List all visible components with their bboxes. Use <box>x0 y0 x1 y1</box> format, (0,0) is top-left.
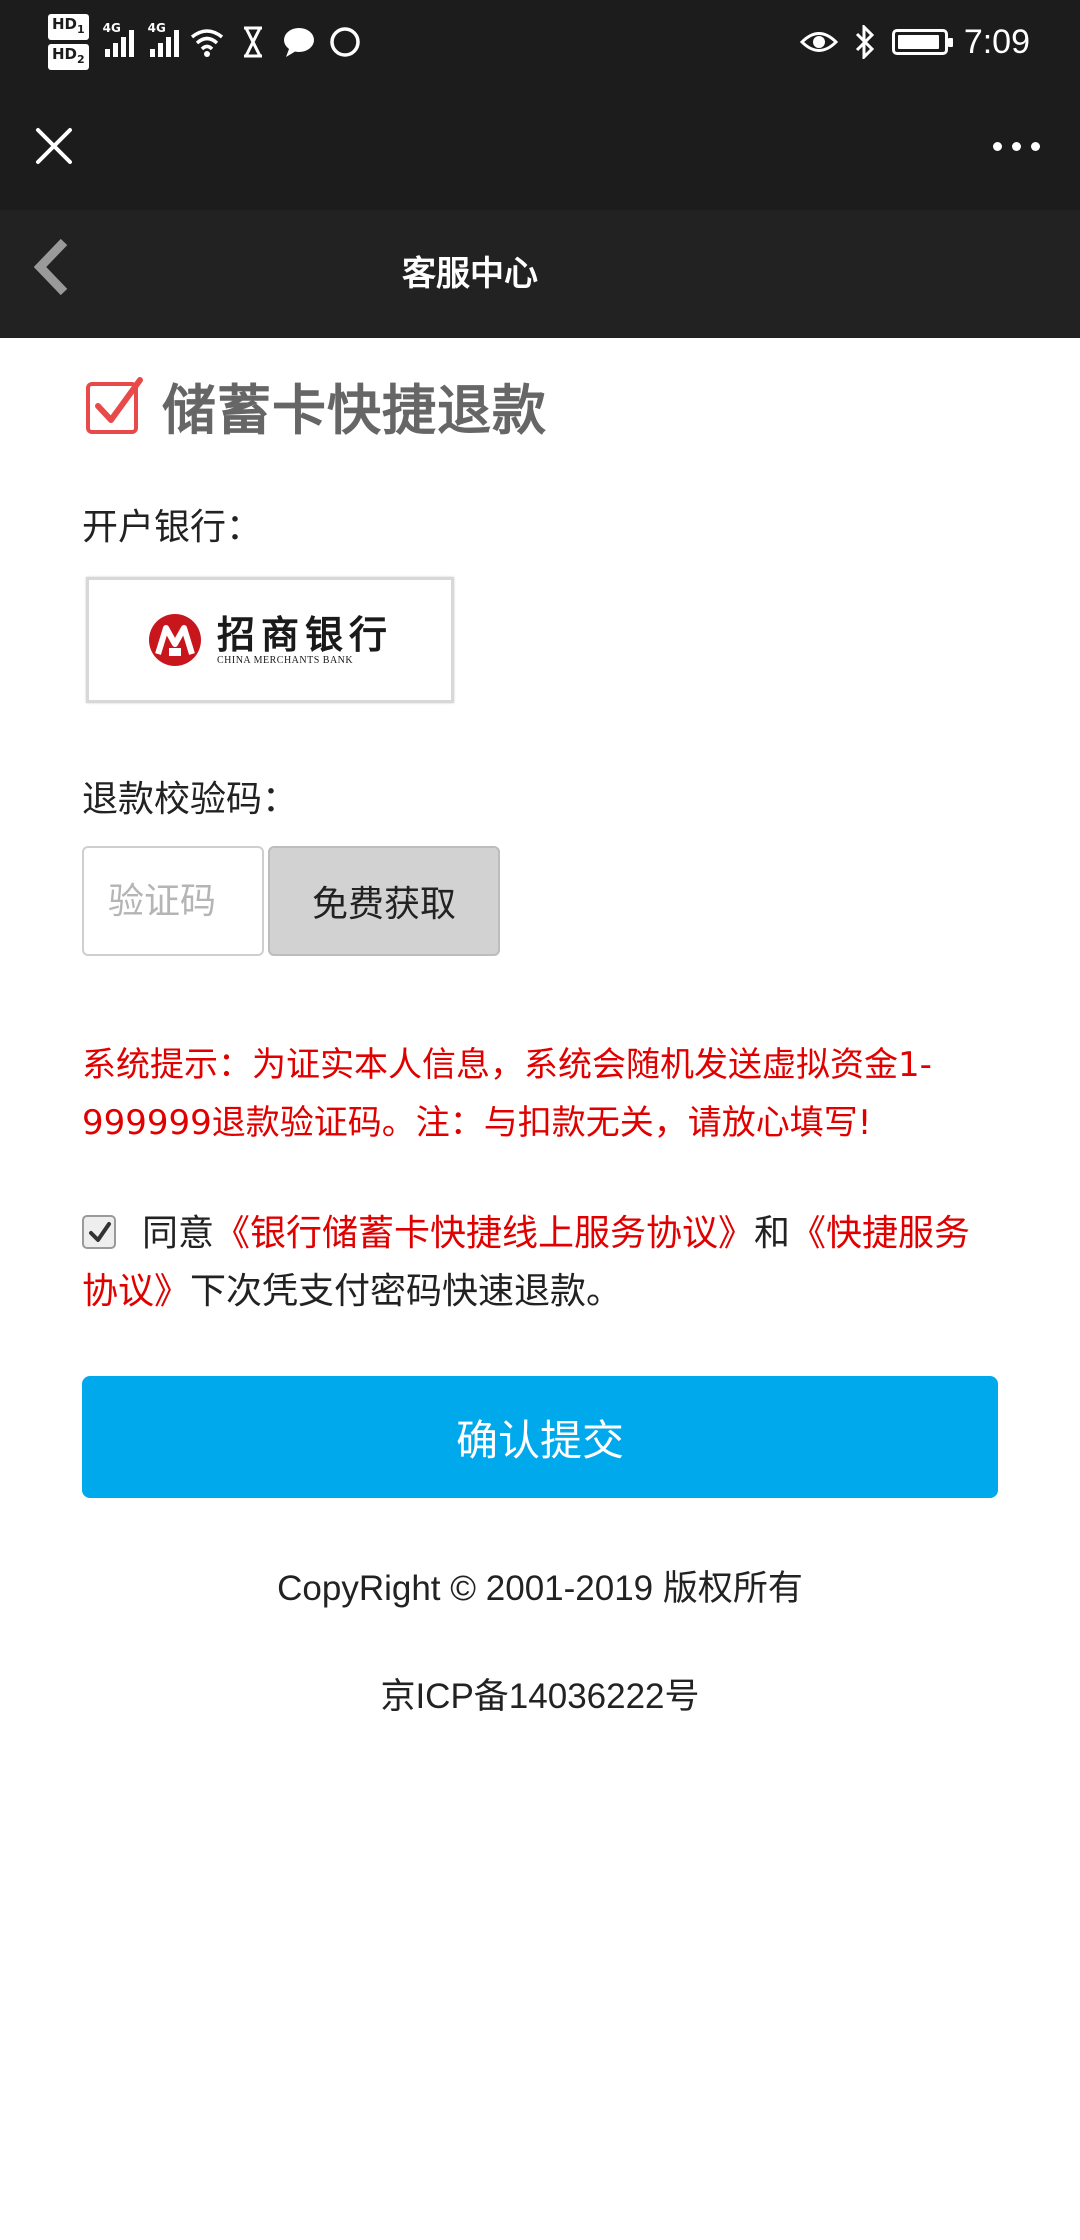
battery-icon <box>891 29 953 55</box>
bank-name-cn: 招商银行 <box>216 611 393 657</box>
signal2-tag: 4G <box>147 21 166 35</box>
eye-icon <box>799 32 838 52</box>
bank-name-en: CHINA MERCHANTS BANK <box>216 654 354 666</box>
bank-name: 招商银行 CHINA MERCHANTS BANK <box>216 611 393 666</box>
signal1-tag: 4G <box>102 21 121 35</box>
verify-label: 退款校验码： <box>82 779 299 820</box>
agreement-suffix: 下次凭支付密码快速退款。 <box>190 1271 623 1312</box>
footer-copyright: CopyRight © 2001-2019 版权所有 <box>277 1569 803 1608</box>
browser-top-bar <box>0 82 1080 210</box>
status-bar: HD1 HD2 4G 4G 7:09 <box>0 0 1080 82</box>
submit-button[interactable]: 确认提交 <box>82 1376 998 1498</box>
hd1-badge: HD1 <box>48 14 89 40</box>
bluetooth-icon <box>855 25 874 59</box>
hd2-badge: HD2 <box>48 44 89 70</box>
footer-icp: 京ICP备14036222号 <box>380 1677 700 1716</box>
status-bar-left: HD1 HD2 4G 4G <box>48 12 363 72</box>
wifi-icon <box>190 29 223 57</box>
status-time: 7:09 <box>963 22 1030 61</box>
close-icon[interactable] <box>24 116 84 176</box>
section-title: 储蓄卡快捷退款 <box>84 370 547 442</box>
checkbox-checked-icon <box>86 377 143 434</box>
bank-label: 开户银行： <box>82 507 263 548</box>
bank-card[interactable]: 招商银行 CHINA MERCHANTS BANK <box>86 577 454 703</box>
status-bar-right: 7:09 <box>799 12 1030 72</box>
signal1-icon: 4G <box>103 21 134 57</box>
get-code-button[interactable]: 免费获取 <box>268 846 500 956</box>
verify-code-input[interactable] <box>82 846 264 956</box>
agreement-row: 同意《银行储蓄卡快捷线上服务协议》和《快捷服务协议》下次凭支付密码快速退款。 <box>82 1205 1002 1321</box>
hourglass-icon <box>243 26 262 58</box>
chat-bubble-icon <box>283 28 314 57</box>
check-mark-icon <box>89 1222 111 1242</box>
page-title: 客服中心 <box>402 254 538 294</box>
agreement-middle: 和 <box>754 1213 791 1254</box>
system-notice: 系统提示：为证实本人信息，系统会随机发送虚拟资金1-999999退款验证码。注：… <box>82 1045 932 1143</box>
section-title-text: 储蓄卡快捷退款 <box>162 378 547 442</box>
agreement-checkbox[interactable] <box>82 1215 116 1249</box>
cmb-logo-icon <box>148 614 201 666</box>
loading-circle-icon <box>329 27 360 57</box>
hd-indicators: HD1 HD2 <box>48 14 89 70</box>
signal2-icon: 4G <box>148 21 179 57</box>
page-header: 客服中心 <box>0 210 1080 338</box>
agreement-link-bank[interactable]: 《银行储蓄卡快捷线上服务协议》 <box>214 1213 754 1254</box>
more-dots-icon[interactable] <box>976 116 1056 176</box>
agreement-prefix: 同意 <box>142 1213 215 1254</box>
